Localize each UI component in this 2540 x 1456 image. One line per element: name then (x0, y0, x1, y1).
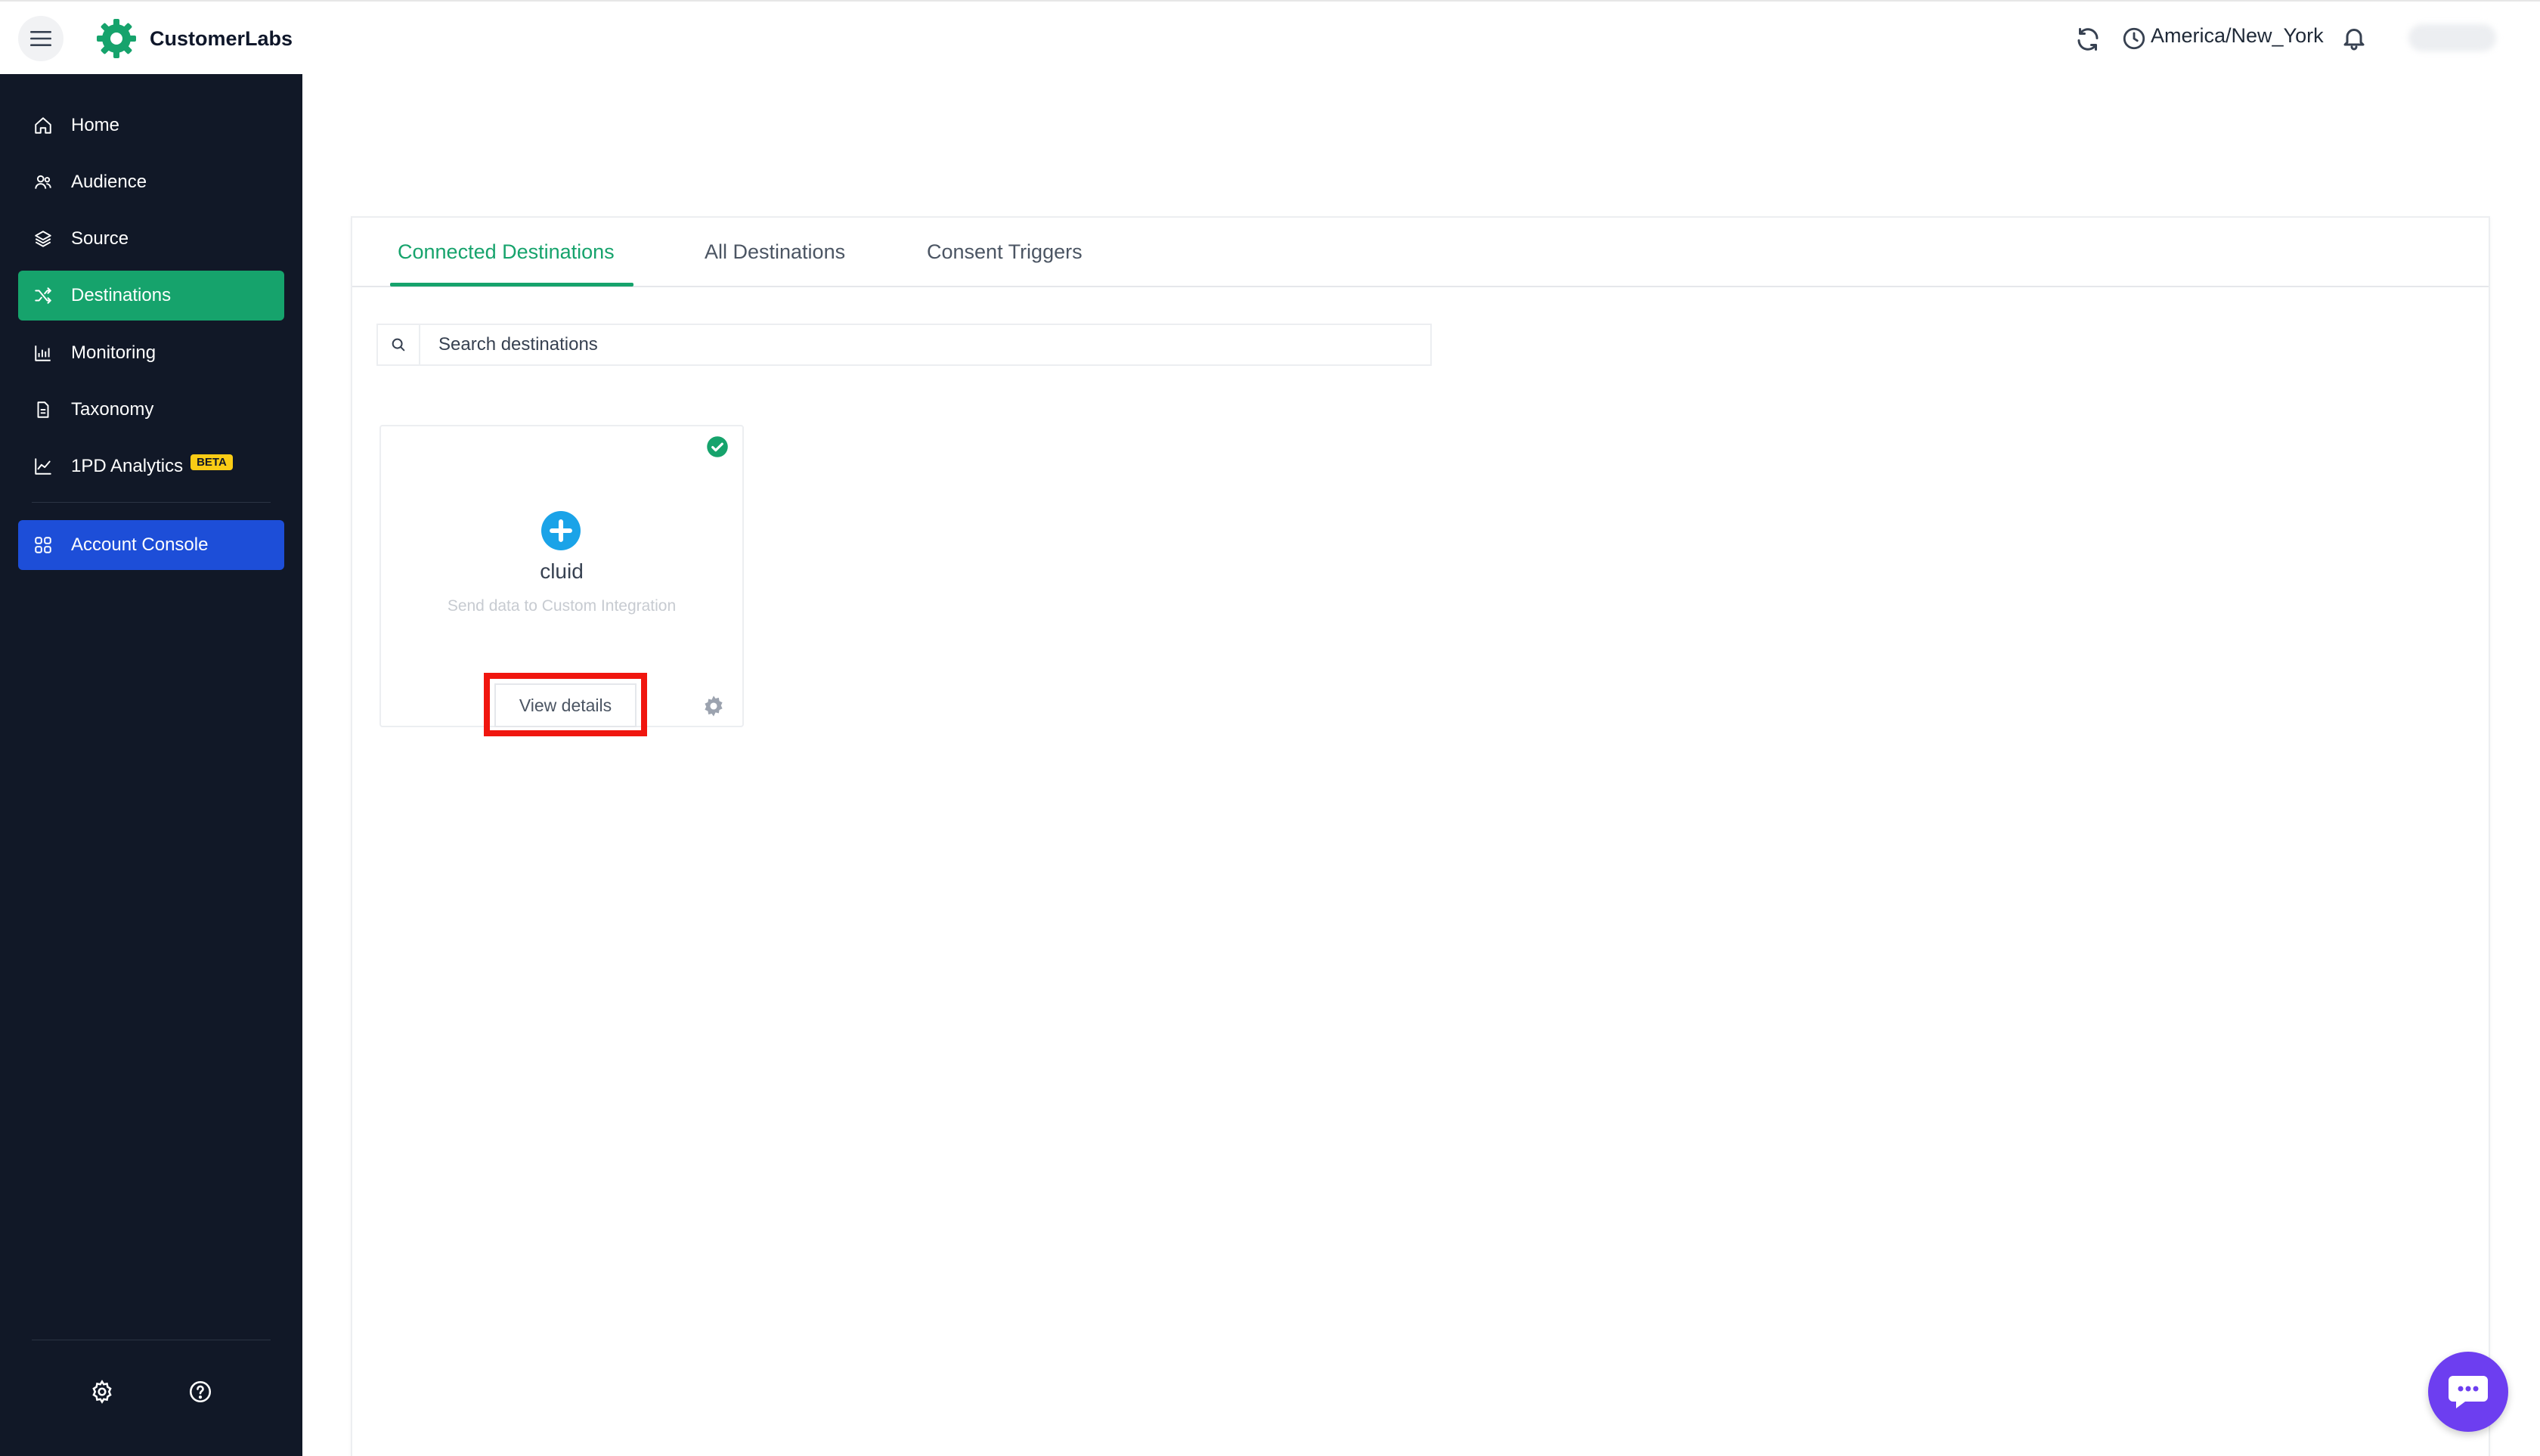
tab-consent-triggers[interactable]: Consent Triggers (927, 240, 1083, 264)
sidebar-item-label: 1PD Analytics (71, 456, 184, 476)
sidebar-item-label: Destinations (71, 285, 172, 305)
account-console-button[interactable]: Account Console (18, 520, 284, 570)
connected-check-icon (707, 436, 728, 457)
menu-button[interactable] (18, 16, 64, 61)
sidebar-item-label: Monitoring (71, 342, 156, 363)
shuffle-icon (35, 287, 51, 304)
app-root: CustomerLabs America/New_York Home Audie… (0, 0, 2540, 1456)
brand-logo[interactable]: CustomerLabs (94, 15, 293, 62)
sidebar: Home Audience Source Destinations Monito… (0, 74, 302, 1456)
chart-icon (35, 345, 51, 361)
sidebar-item-audience[interactable]: Audience (18, 157, 284, 207)
destination-description: Send data to Custom Integration (447, 597, 677, 615)
sidebar-item-home[interactable]: Home (18, 101, 284, 150)
grid-icon (35, 537, 51, 553)
destination-card[interactable]: cluid Send data to Custom Integration Vi… (379, 425, 744, 736)
plus-circle-icon (541, 511, 581, 550)
gear-logo-icon (97, 19, 136, 58)
search-icon (392, 338, 405, 352)
clock-icon (2123, 27, 2145, 50)
tab-bar: Connected Destinations All Destinations … (352, 218, 2489, 287)
sidebar-item-label: Source (71, 228, 129, 249)
bell-icon[interactable] (2340, 24, 2368, 51)
sidebar-item-label: Taxonomy (71, 399, 154, 420)
sidebar-item-label: Audience (71, 172, 147, 192)
layers-icon (35, 231, 51, 247)
chat-widget-button[interactable] (2428, 1352, 2508, 1432)
settings-gear-icon[interactable] (702, 694, 726, 718)
sidebar-divider (32, 502, 271, 503)
chat-bubble-icon (2449, 1376, 2488, 1408)
sidebar-item-taxonomy[interactable]: Taxonomy (18, 385, 284, 435)
active-tab-indicator (390, 283, 633, 287)
brand-name: CustomerLabs (150, 26, 293, 50)
tab-connected-destinations[interactable]: Connected Destinations (398, 240, 615, 264)
refresh-icon[interactable] (2074, 26, 2102, 53)
search-icon-wrap (378, 325, 420, 364)
sidebar-item-source[interactable]: Source (18, 214, 284, 264)
sidebar-item-monitoring[interactable]: Monitoring (18, 328, 284, 378)
destination-name: cluid (540, 559, 584, 583)
destinations-panel: Connected Destinations All Destinations … (351, 216, 2490, 1456)
top-bar: CustomerLabs America/New_York (0, 0, 2540, 74)
search-input[interactable] (420, 325, 1430, 364)
document-icon (37, 401, 49, 418)
user-avatar[interactable] (2408, 24, 2496, 51)
users-icon (35, 175, 51, 189)
timezone-selector[interactable]: America/New_York (2151, 24, 2324, 48)
sidebar-item-label: Home (71, 115, 120, 135)
search-bar (376, 324, 1432, 366)
gear-icon[interactable] (89, 1379, 115, 1405)
tab-all-destinations[interactable]: All Destinations (705, 240, 845, 264)
sidebar-item-1pd-analytics[interactable]: 1PD Analytics BETA (18, 441, 284, 491)
view-details-button[interactable]: View details (494, 683, 637, 727)
help-icon[interactable] (187, 1379, 213, 1405)
sidebar-item-destinations[interactable]: Destinations (18, 271, 284, 321)
home-icon (35, 117, 51, 134)
beta-badge: BETA (190, 454, 233, 470)
account-console-label: Account Console (71, 534, 209, 555)
highlight-box: View details (484, 673, 647, 736)
trend-icon (35, 458, 51, 475)
menu-icon (30, 31, 51, 46)
